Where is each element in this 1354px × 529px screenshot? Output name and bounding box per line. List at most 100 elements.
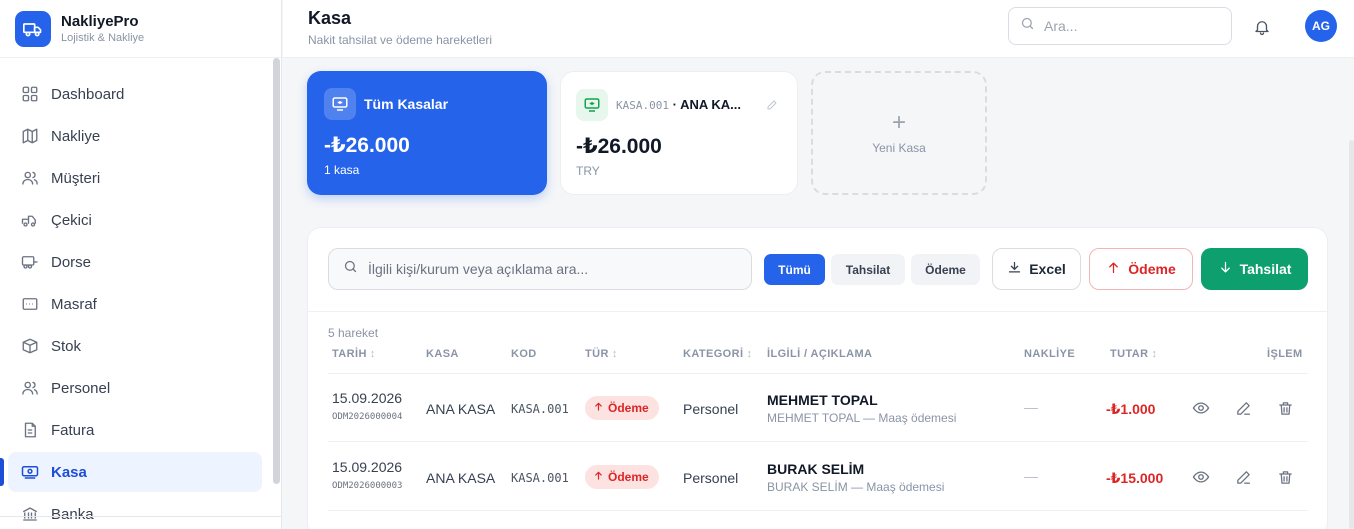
sidebar-item-masraf[interactable]: Masraf <box>8 284 262 324</box>
page-subtitle: Nakit tahsilat ve ödeme hareketleri <box>308 33 493 47</box>
odeme-label: Ödeme <box>1128 261 1176 277</box>
column-header-kategori[interactable]: KATEGORİ ↕ <box>683 348 752 360</box>
card-amount: -₺26.000 <box>576 135 662 158</box>
new-tahsilat-button[interactable]: Tahsilat <box>1201 248 1308 290</box>
main-scrollbar[interactable] <box>1349 140 1354 529</box>
type-badge-label: Ödeme <box>608 470 649 484</box>
sidebar-item-label: Stok <box>51 337 82 355</box>
edit-icon[interactable] <box>766 98 778 116</box>
page-title: Kasa <box>308 8 352 28</box>
sidebar-item-label: Müşteri <box>51 169 101 187</box>
row-kasa: ANA KASA <box>426 470 496 486</box>
eye-icon[interactable] <box>1191 398 1211 418</box>
avatar[interactable]: AG <box>1305 10 1337 42</box>
sidebar-item-label: Kasa <box>51 463 87 481</box>
card-currency: TRY <box>576 164 600 178</box>
sidebar-scrollbar-thumb[interactable] <box>273 58 280 484</box>
search-icon <box>1020 16 1035 36</box>
filter-all-button[interactable]: Tümü <box>764 254 825 285</box>
column-label: KATEGORİ <box>683 348 744 360</box>
sidebar-item-label: Banka <box>51 505 94 523</box>
trailer-icon <box>20 252 40 272</box>
column-header-nakliye: NAKLİYE <box>1024 348 1076 360</box>
search-icon <box>343 259 358 279</box>
grid-icon <box>20 84 40 104</box>
cash-register-icon <box>576 89 608 121</box>
sort-icon: ↕ <box>746 348 753 360</box>
row-kod: KASA.001 <box>511 471 569 485</box>
row-amount: -₺15.000 <box>1106 470 1164 486</box>
filter-odeme-button[interactable]: Ödeme <box>911 254 980 285</box>
new-odeme-button[interactable]: Ödeme <box>1089 248 1193 290</box>
trash-icon[interactable] <box>1275 467 1295 487</box>
sidebar-item-label: Personel <box>51 379 111 397</box>
global-search[interactable] <box>1008 7 1232 45</box>
row-nakliye: — <box>1024 468 1038 484</box>
row-document-number: ODM2026000003 <box>332 481 403 491</box>
sidebar-divider <box>0 516 282 517</box>
column-label: TÜR <box>585 348 609 360</box>
card-kasa-code: KASA.001 <box>616 99 669 112</box>
receipt-icon <box>20 294 40 314</box>
brand[interactable]: NakliyePro Lojistik & Nakliye <box>0 0 281 58</box>
column-header-kod: KOD <box>511 348 537 360</box>
arrow-up-icon <box>593 401 604 415</box>
sidebar-nav: Dashboard Nakliye Müşteri Çekici Dorse M… <box>0 74 270 529</box>
excel-export-button[interactable]: Excel <box>992 248 1081 290</box>
record-count: 5 hareket <box>328 326 379 340</box>
transactions-search[interactable] <box>328 248 752 290</box>
table-row[interactable]: 15.09.2026 ODM2026000003 ANA KASA KASA.0… <box>328 443 1308 511</box>
card-amount: -₺26.000 <box>324 134 410 157</box>
bank-icon <box>20 504 40 524</box>
edit-icon[interactable] <box>1233 398 1253 418</box>
card-kasa-title: KASA.001 · ANA KA... <box>616 97 741 112</box>
filter-tahsilat-button[interactable]: Tahsilat <box>831 254 905 285</box>
column-header-tarih[interactable]: TARİH ↕ <box>332 348 376 360</box>
excel-label: Excel <box>1029 261 1066 277</box>
truck-icon <box>20 210 40 230</box>
sidebar-item-banka[interactable]: Banka <box>8 494 262 529</box>
row-description: BURAK SELİM — Maaş ödemesi <box>767 480 945 494</box>
sidebar: NakliyePro Lojistik & Nakliye Dashboard … <box>0 0 282 529</box>
transactions-panel: Tümü Tahsilat Ödeme Excel Ödeme Tahsilat… <box>307 227 1328 529</box>
sidebar-item-musteri[interactable]: Müşteri <box>8 158 262 198</box>
card-kasa-001[interactable]: KASA.001 · ANA KA... -₺26.000 TRY <box>560 71 798 195</box>
sidebar-item-label: Nakliye <box>51 127 101 145</box>
arrow-up-icon <box>1106 260 1121 278</box>
cash-register-icon <box>324 88 356 120</box>
edit-icon[interactable] <box>1233 467 1253 487</box>
row-date: 15.09.2026 <box>332 390 403 406</box>
type-badge: Ödeme <box>585 465 659 489</box>
brand-name: NakliyePro <box>61 12 139 30</box>
type-badge: Ödeme <box>585 396 659 420</box>
column-header-islem: İŞLEM <box>1267 348 1303 360</box>
sidebar-scrollbar[interactable] <box>273 58 280 529</box>
transactions-search-input[interactable] <box>368 261 748 277</box>
arrow-up-icon <box>593 470 604 484</box>
sidebar-item-nakliye[interactable]: Nakliye <box>8 116 262 156</box>
sidebar-item-dorse[interactable]: Dorse <box>8 242 262 282</box>
sidebar-item-kasa[interactable]: Kasa <box>0 452 262 492</box>
row-document-number: ODM2026000004 <box>332 412 403 422</box>
row-related-party: BURAK SELİM <box>767 461 865 477</box>
bell-icon[interactable] <box>1251 16 1273 38</box>
column-header-tur[interactable]: TÜR ↕ <box>585 348 618 360</box>
global-search-input[interactable] <box>1044 18 1214 34</box>
sidebar-item-fatura[interactable]: Fatura <box>8 410 262 450</box>
arrow-down-icon <box>1218 260 1233 278</box>
column-header-kasa: KASA <box>426 348 459 360</box>
sidebar-item-stok[interactable]: Stok <box>8 326 262 366</box>
tahsilat-label: Tahsilat <box>1239 261 1292 277</box>
trash-icon[interactable] <box>1275 398 1295 418</box>
sidebar-item-dashboard[interactable]: Dashboard <box>8 74 262 114</box>
sidebar-item-label: Çekici <box>51 211 92 229</box>
column-header-tutar[interactable]: TUTAR ↕ <box>1110 348 1157 360</box>
table-row[interactable]: 15.09.2026 ODM2026000004 ANA KASA KASA.0… <box>328 374 1308 442</box>
sidebar-item-cekici[interactable]: Çekici <box>8 200 262 240</box>
eye-icon[interactable] <box>1191 467 1211 487</box>
users-icon <box>20 378 40 398</box>
sidebar-item-personel[interactable]: Personel <box>8 368 262 408</box>
row-category: Personel <box>683 470 739 486</box>
new-kasa-card[interactable]: + Yeni Kasa <box>811 71 987 195</box>
card-all-kasalar[interactable]: Tüm Kasalar -₺26.000 1 kasa <box>307 71 547 195</box>
